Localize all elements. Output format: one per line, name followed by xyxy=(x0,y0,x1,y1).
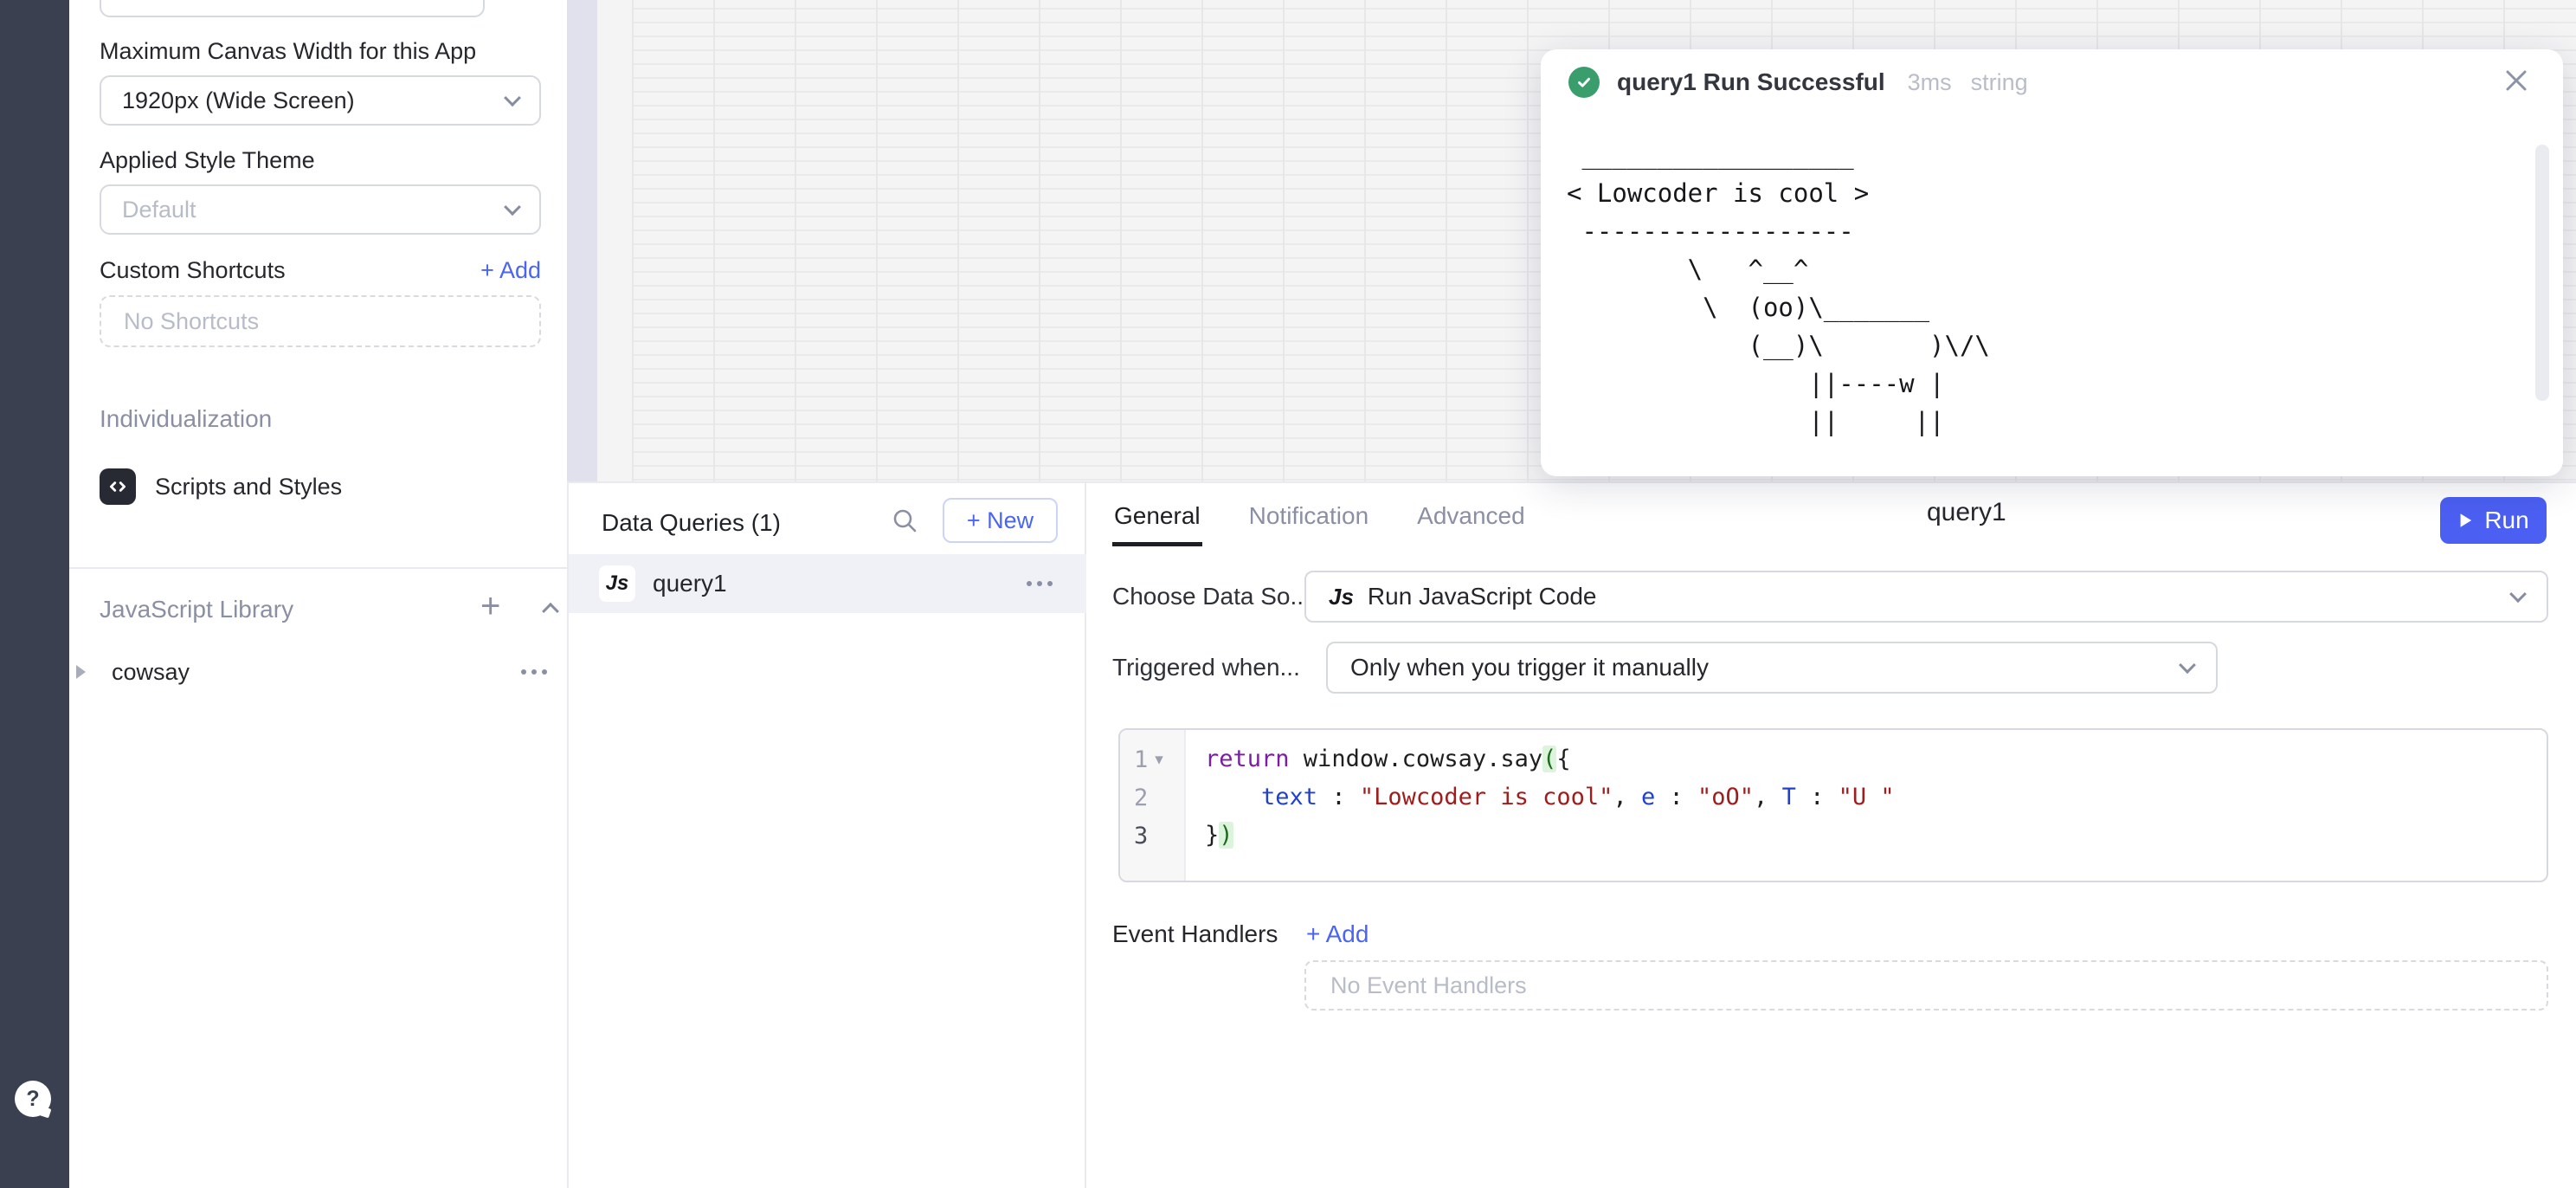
js-icon: Js xyxy=(1329,584,1354,610)
canvas-width-label: Maximum Canvas Width for this App xyxy=(100,38,476,65)
run-duration: 3ms xyxy=(1908,69,1952,96)
run-result-popup: query1 Run Successful 3ms string _______… xyxy=(1541,49,2563,476)
js-query-icon: Js xyxy=(599,565,635,602)
new-query-button[interactable]: + New xyxy=(943,498,1058,543)
settings-panel: Maximum Canvas Width for this App 1920px… xyxy=(69,0,567,1188)
query-list-item[interactable]: Js query1 xyxy=(569,554,1086,613)
chevron-down-icon xyxy=(2509,585,2527,603)
datasource-value: Run JavaScript Code xyxy=(1368,583,1597,610)
run-button[interactable]: Run xyxy=(2440,497,2547,544)
add-shortcut-button[interactable]: + Add xyxy=(480,257,541,284)
more-options-icon[interactable] xyxy=(520,668,548,675)
tab-advanced[interactable]: Advanced xyxy=(1415,483,1527,546)
lowcoder-app-editor: ? Maximum Canvas Width for this App 1920… xyxy=(0,0,2576,1188)
scripts-and-styles-label: Scripts and Styles xyxy=(155,474,342,500)
chevron-up-icon[interactable] xyxy=(542,603,559,620)
line-number: 2 xyxy=(1134,784,1148,811)
query-bottom-panel: Data Queries (1) + New Js query1 General… xyxy=(567,481,2576,1188)
add-event-handler-button[interactable]: + Add xyxy=(1306,920,1368,948)
canvas-width-select[interactable]: 1920px (Wide Screen) xyxy=(100,75,541,126)
no-event-handlers-placeholder: No Event Handlers xyxy=(1304,960,2548,1010)
question-mark-icon: ? xyxy=(26,1087,39,1112)
more-options-icon[interactable] xyxy=(1026,580,1053,587)
result-type: string xyxy=(1971,69,2028,96)
tab-notification[interactable]: Notification xyxy=(1247,483,1371,546)
style-theme-placeholder: Default xyxy=(122,197,196,223)
no-shortcuts-placeholder: No Shortcuts xyxy=(100,295,541,347)
canvas-margin xyxy=(567,0,597,481)
library-item-cowsay[interactable]: cowsay xyxy=(69,649,567,694)
line-number: 1 xyxy=(1134,746,1148,773)
custom-shortcuts-label: Custom Shortcuts xyxy=(100,257,286,284)
code-gutter: 1 ▾ 2 3 xyxy=(1120,730,1186,881)
play-icon xyxy=(2457,512,2473,529)
style-theme-label: Applied Style Theme xyxy=(100,147,315,174)
divider xyxy=(69,567,567,569)
canvas-width-value: 1920px (Wide Screen) xyxy=(122,87,355,114)
query-title: query1 xyxy=(1927,498,2006,527)
code-line-2: text : "Lowcoder is cool", e : "oO", T :… xyxy=(1205,778,1895,817)
run-result-header: query1 Run Successful 3ms string xyxy=(1568,67,2028,98)
datasource-label: Choose Data So... xyxy=(1112,583,1311,610)
js-library-header: JavaScript Library + xyxy=(100,596,541,623)
js-library-title: JavaScript Library xyxy=(100,596,293,623)
query-editor-pane: General Notification Advanced query1 Run… xyxy=(1086,483,2576,1188)
library-item-label: cowsay xyxy=(112,659,190,686)
trigger-select[interactable]: Only when you trigger it manually xyxy=(1326,642,2218,694)
event-handlers-label: Event Handlers xyxy=(1112,920,1278,948)
code-line-3: }) xyxy=(1205,817,1895,855)
cowsay-ascii-output: __________________ < Lowcoder is cool > … xyxy=(1567,136,1990,441)
tab-general[interactable]: General xyxy=(1112,483,1202,546)
query-editor-tabs: General Notification Advanced xyxy=(1112,483,1527,546)
datasource-select[interactable]: Js Run JavaScript Code xyxy=(1304,571,2548,623)
code-line-1: return window.cowsay.say({ xyxy=(1205,740,1895,778)
code-icon xyxy=(100,468,136,505)
style-theme-select[interactable]: Default xyxy=(100,184,541,235)
success-check-icon xyxy=(1568,67,1600,98)
chevron-down-icon xyxy=(504,198,521,216)
data-queries-header: Data Queries (1) xyxy=(602,509,781,537)
code-editor[interactable]: 1 ▾ 2 3 return window.cowsay.say({ text … xyxy=(1118,728,2548,882)
caret-right-icon[interactable] xyxy=(76,665,86,679)
help-button[interactable]: ? xyxy=(15,1081,51,1117)
individualization-header: Individualization xyxy=(100,405,272,433)
cutoff-input[interactable] xyxy=(100,0,485,17)
scripts-and-styles-item[interactable]: Scripts and Styles xyxy=(100,466,541,507)
chevron-down-icon xyxy=(2179,656,2196,674)
fold-arrow-icon[interactable]: ▾ xyxy=(1155,750,1163,770)
line-number: 3 xyxy=(1134,823,1148,849)
data-queries-pane: Data Queries (1) + New Js query1 xyxy=(569,483,1086,1188)
chevron-down-icon xyxy=(504,89,521,107)
search-icon[interactable] xyxy=(891,507,918,534)
left-rail: ? xyxy=(0,0,69,1188)
trigger-label: Triggered when... xyxy=(1112,654,1300,681)
code-content[interactable]: return window.cowsay.say({ text : "Lowco… xyxy=(1186,730,1895,881)
query-name: query1 xyxy=(653,570,727,597)
close-icon[interactable] xyxy=(2504,68,2528,93)
add-library-button[interactable]: + xyxy=(480,589,500,623)
scrollbar-thumb[interactable] xyxy=(2535,145,2549,401)
run-result-title: query1 Run Successful xyxy=(1617,68,1885,96)
trigger-value: Only when you trigger it manually xyxy=(1350,654,1709,681)
